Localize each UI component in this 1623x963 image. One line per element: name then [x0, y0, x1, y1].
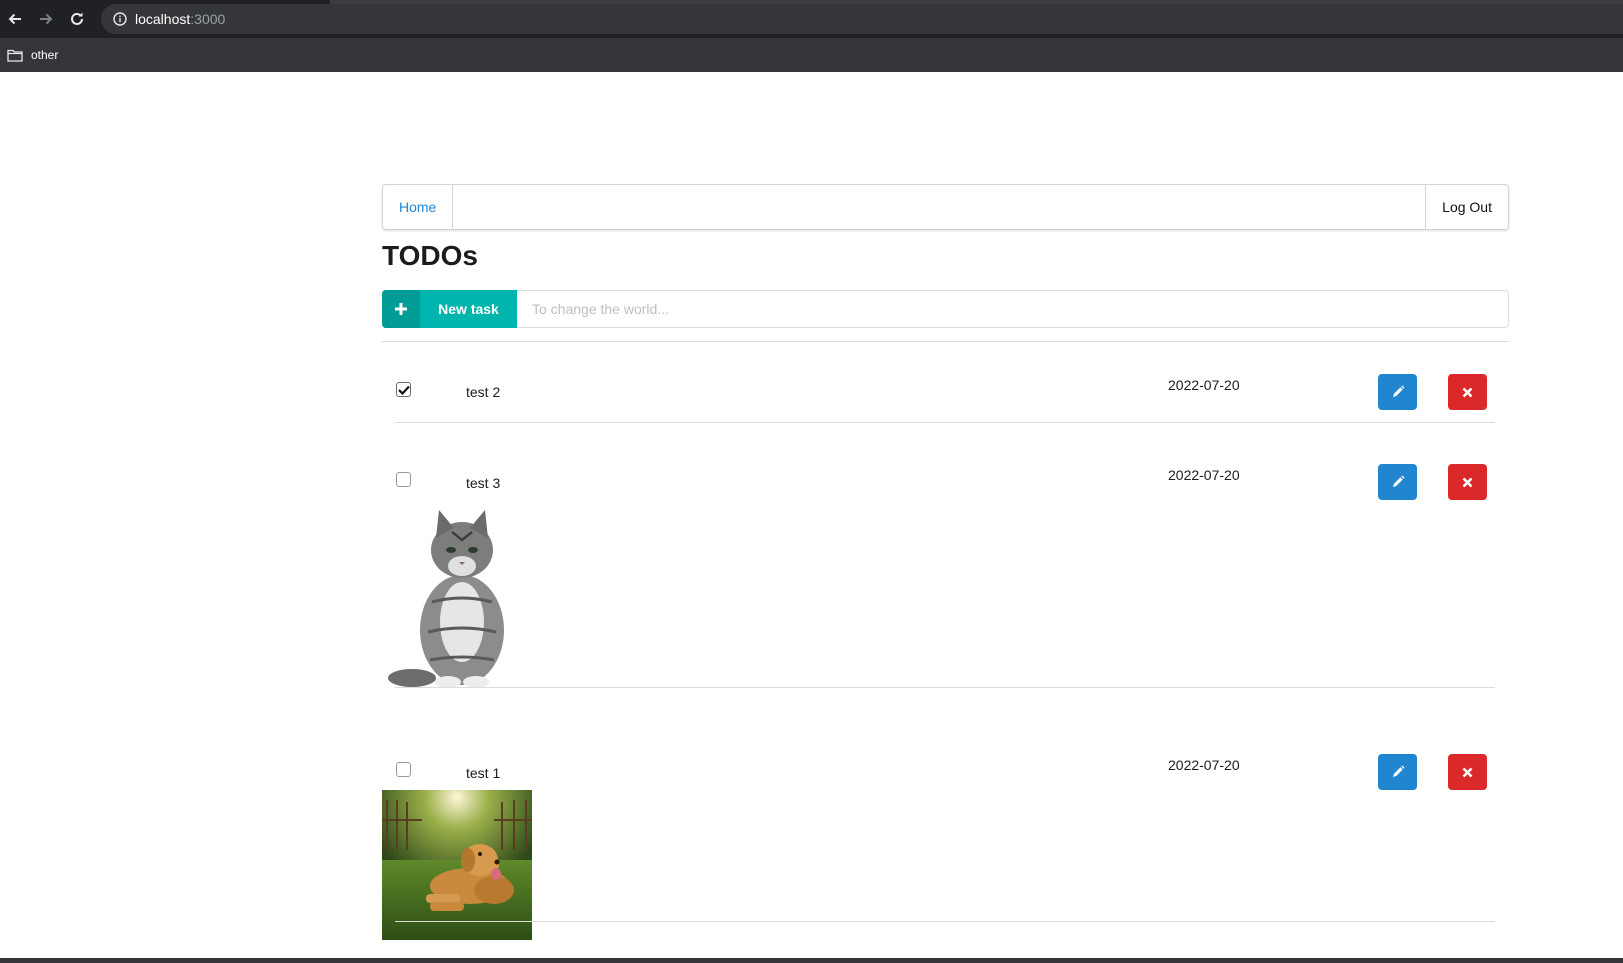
folder-icon [7, 49, 23, 62]
reload-icon [71, 12, 83, 25]
arrow-left-icon [8, 13, 21, 25]
plus-icon [382, 290, 420, 328]
info-icon [113, 12, 127, 26]
cat-photo [382, 502, 532, 696]
dog-photo [382, 790, 532, 940]
bookmark-label: other [31, 48, 59, 62]
todo-name: test 3 [466, 475, 501, 491]
todo-checkbox[interactable] [396, 762, 411, 777]
reload-button[interactable] [66, 8, 88, 30]
pencil-icon [1392, 385, 1404, 397]
browser-toolbar: localhost:3000 [0, 0, 1623, 38]
check-icon [397, 385, 410, 395]
todo-item: test 1 2022-07-20 [382, 713, 1509, 958]
url-host: localhost [135, 11, 191, 27]
address-bar[interactable] [101, 4, 1623, 34]
todo-name: test 2 [466, 384, 501, 400]
delete-button[interactable] [1448, 374, 1487, 410]
new-task-button[interactable]: New task [382, 290, 517, 328]
forward-button[interactable] [35, 8, 57, 30]
close-icon [1462, 387, 1473, 397]
todo-checkbox[interactable] [396, 382, 411, 397]
back-button[interactable] [4, 8, 26, 30]
bookmarks-bar: other [0, 38, 1623, 72]
delete-button[interactable] [1448, 754, 1487, 790]
todo-date: 2022-07-20 [1168, 757, 1240, 773]
bookmark-folder-other[interactable]: other [7, 45, 58, 65]
pencil-icon [1392, 765, 1404, 777]
edit-button[interactable] [1378, 754, 1417, 790]
edit-button[interactable] [1378, 374, 1417, 410]
new-task-input[interactable] [517, 290, 1509, 328]
todo-separator [395, 422, 1495, 423]
new-task-form: New task [382, 290, 1509, 328]
menu-home-link[interactable]: Home [383, 185, 454, 229]
todo-separator [395, 687, 1495, 688]
window-bottom-edge [0, 958, 1623, 963]
close-icon [1462, 477, 1473, 487]
todo-separator [395, 921, 1495, 922]
arrow-right-icon [40, 13, 53, 25]
close-icon [1462, 767, 1473, 777]
new-task-label: New task [438, 301, 499, 317]
todo-date: 2022-07-20 [1168, 377, 1240, 393]
todo-date: 2022-07-20 [1168, 467, 1240, 483]
delete-button[interactable] [1448, 464, 1487, 500]
page-title: TODOs [382, 240, 478, 271]
menu-spacer [453, 185, 1425, 229]
top-menu: Home Log Out [382, 184, 1509, 230]
todo-checkbox[interactable] [396, 472, 411, 487]
todo-item: test 2 2022-07-20 [382, 342, 1509, 424]
pencil-icon [1392, 475, 1404, 487]
logout-button[interactable]: Log Out [1425, 185, 1508, 229]
url-port: :3000 [190, 11, 226, 27]
todo-name: test 1 [466, 765, 501, 781]
url-text[interactable]: localhost:3000 [135, 11, 225, 27]
todo-item: test 3 2022-07-20 [382, 424, 1509, 713]
edit-button[interactable] [1378, 464, 1417, 500]
